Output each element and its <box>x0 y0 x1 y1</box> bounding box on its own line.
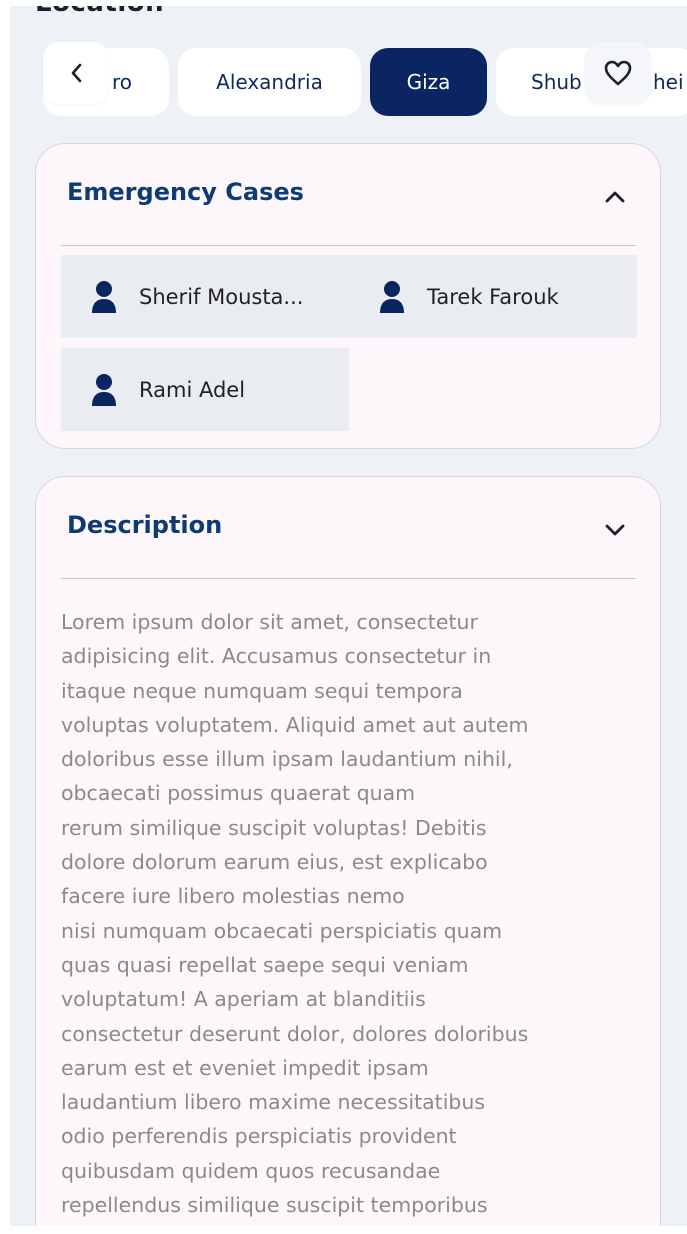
emergency-collapse-button[interactable] <box>600 182 630 212</box>
location-heading: Location <box>35 6 164 18</box>
description-title: Description <box>67 511 223 539</box>
case-name: Tarek Farouk <box>427 284 559 309</box>
chip-alexandria[interactable]: Alexandria <box>178 48 361 116</box>
person-icon <box>380 280 404 313</box>
divider <box>61 578 636 579</box>
case-name: Rami Adel <box>139 377 246 402</box>
chip-label-end: hei <box>653 70 684 94</box>
emergency-case-item[interactable]: Rami Adel <box>61 348 349 431</box>
chip-label: Shub <box>531 70 582 94</box>
chip-label: ro <box>112 70 133 94</box>
chip-label: Alexandria <box>216 70 323 94</box>
screen: Location ro Alexandria Giza Shub hei Eme… <box>10 6 687 1226</box>
chevron-left-icon <box>71 63 82 83</box>
emergency-case-item[interactable]: Tarek Farouk <box>349 255 637 338</box>
chevron-up-icon <box>605 191 625 203</box>
back-button[interactable] <box>43 42 109 104</box>
favorite-button[interactable] <box>585 42 651 104</box>
chip-giza[interactable]: Giza <box>370 48 487 116</box>
emergency-cases-title: Emergency Cases <box>67 178 304 206</box>
chip-label: Giza <box>406 70 451 94</box>
emergency-cases-card: Emergency Cases Sherif Mousta... Tarek F… <box>35 143 661 449</box>
description-text: Lorem ipsum dolor sit amet, consectetur … <box>61 610 529 1218</box>
case-name: Sherif Mousta... <box>139 284 304 309</box>
heart-outline-icon <box>604 60 632 86</box>
divider <box>61 245 636 246</box>
person-icon <box>92 373 116 406</box>
person-icon <box>92 280 116 313</box>
description-expand-button[interactable] <box>600 515 630 545</box>
chevron-down-icon <box>605 524 625 536</box>
description-card: Description Lorem ipsum dolor sit amet, … <box>35 476 661 1226</box>
emergency-case-item[interactable]: Sherif Mousta... <box>61 255 349 338</box>
